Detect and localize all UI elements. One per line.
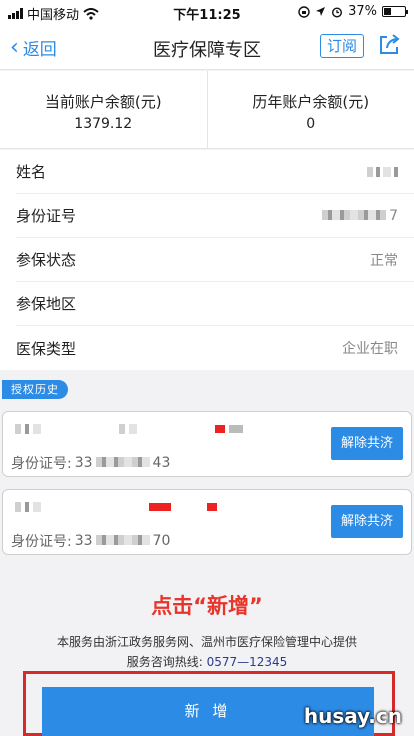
service-footnote: 本服务由浙江政务服务网、温州市医疗保险管理中心提供 服务咨询热线: 0577—1… [0,632,414,672]
current-balance-value: 1379.12 [74,116,133,132]
red-redaction-mark [215,425,225,433]
name-label: 姓名 [16,163,47,181]
id-suffix: 7 [389,207,398,224]
info-row-status: 参保状态 正常 [16,238,414,282]
type-value: 企业在职 [342,341,398,357]
red-redaction-mark [149,503,171,511]
info-row-name: 姓名 [16,150,414,194]
subscribe-button[interactable]: 订阅 [319,34,364,58]
id-label: 身份证号 [16,207,77,225]
hotline-line: 服务咨询热线: 0577—12345 [0,652,414,672]
card-id-prefix: 33 [74,533,93,549]
card-id-label: 身份证号: [11,534,72,550]
lock-rotation-icon [298,5,310,18]
alarm-icon [332,6,343,18]
region-label: 参保地区 [16,295,77,313]
service-provider-text: 本服务由浙江政务服务网、温州市医疗保险管理中心提供 [56,635,357,649]
status-label: 参保状态 [16,251,77,269]
info-row-region: 参保地区 [16,282,414,326]
card-id-redacted [95,455,150,471]
card-id-suffix: 70 [152,533,171,549]
history-card: 身份证号: 33 70 解除共济 [2,489,412,555]
info-row-id: 身份证号 7 [16,194,414,238]
share-icon[interactable] [376,32,402,58]
status-bar: 中国移动 下午11:25 37% [0,0,414,24]
name-value-redacted [367,166,398,177]
history-balance-value: 0 [306,116,316,132]
red-redaction-mark [207,503,217,511]
history-balance-label: 历年账户余额(元) [252,93,370,111]
history-balance: 历年账户余额(元) 0 [206,71,414,148]
hotline-label: 服务咨询热线: [126,655,203,669]
location-icon [316,7,326,16]
release-mutual-aid-button[interactable]: 解除共济 [331,427,403,460]
id-value: 7 [322,208,398,224]
card-id-label: 身份证号: [11,456,72,472]
watermark: husay.cn [303,704,402,728]
card-id-redacted [95,533,150,549]
status-right: 37% [298,4,408,19]
release-mutual-aid-button[interactable]: 解除共济 [331,505,403,538]
card-id-line: 身份证号: 33 43 [11,453,170,473]
insured-info-list: 姓名 身份证号 7 参保状态 正常 参保地区 医保类型 企业在职 [0,150,414,370]
history-card: 身份证号: 33 43 解除共济 [2,411,412,477]
click-add-hint: 点击“新增” [151,594,263,618]
battery-icon [382,6,408,17]
hotline-number[interactable]: 0577—12345 [207,655,288,669]
type-label: 医保类型 [16,339,77,358]
id-redacted [322,208,387,224]
card-id-prefix: 33 [74,455,93,471]
card-name-redacted [15,502,217,512]
current-balance: 当前账户余额(元) 1379.12 [0,71,207,148]
nav-bar: ‹ 返回 医疗保障专区 订阅 [0,24,414,70]
card-id-suffix: 43 [152,455,171,471]
status-value: 正常 [370,252,398,269]
battery-percent: 37% [348,4,377,19]
card-name-redacted [15,424,243,434]
balance-panel: 当前账户余额(元) 1379.12 历年账户余额(元) 0 [0,71,414,149]
history-tag: 授权历史 [2,380,68,399]
current-balance-label: 当前账户余额(元) [44,93,162,111]
card-id-line: 身份证号: 33 70 [11,531,170,551]
info-row-type: 医保类型 企业在职 [16,326,414,370]
gray-redaction-mark [229,425,243,433]
